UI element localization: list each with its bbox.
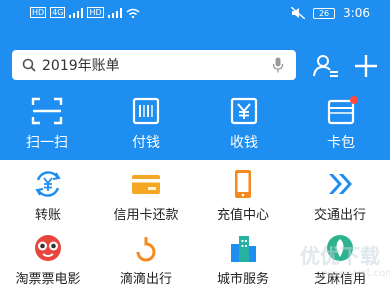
city-service-icon — [231, 236, 256, 262]
search-bar[interactable] — [12, 50, 296, 80]
service-label: 充值中心 — [216, 208, 269, 223]
contacts-icon[interactable] — [312, 52, 340, 80]
quick-action-receive[interactable]: 收钱 — [209, 96, 279, 151]
service-transport[interactable]: 交通出行 — [292, 168, 388, 226]
watermark: 优优下载 www.yyxt.com — [290, 232, 390, 292]
quick-action-label: 卡包 — [327, 135, 355, 151]
signal-icon — [69, 7, 84, 18]
didi-icon — [136, 237, 156, 262]
service-label: 转账 — [34, 208, 61, 223]
watermark-text: 优优下载 — [300, 244, 380, 268]
notification-dot — [350, 96, 358, 104]
signal-icon — [107, 7, 122, 18]
service-label: 滴滴出行 — [119, 272, 172, 287]
network-badge: HD — [87, 7, 104, 18]
transport-icon — [329, 174, 352, 194]
mic-icon[interactable] — [272, 57, 284, 73]
barcode-pay-icon — [132, 97, 160, 125]
quick-action-label: 收钱 — [230, 135, 258, 151]
network-badge: 4G — [50, 7, 66, 18]
service-label: 交通出行 — [313, 208, 366, 223]
status-right: 26 3:06 — [291, 6, 370, 20]
network-badge: HD — [30, 7, 47, 18]
wifi-icon — [126, 8, 140, 18]
service-movie[interactable]: 淘票票电影 — [0, 232, 96, 290]
scan-icon — [31, 97, 63, 125]
credit-card-icon — [132, 175, 160, 194]
quick-action-pay[interactable]: 付钱 — [111, 96, 181, 151]
watermark-url: www.yyxt.com — [322, 268, 390, 279]
status-left: HD 4G HD — [30, 7, 140, 18]
service-transfer[interactable]: 转账 — [0, 168, 96, 226]
mute-icon — [291, 7, 306, 19]
service-label: 信用卡还款 — [113, 208, 179, 223]
search-icon — [22, 58, 36, 72]
quick-action-scan[interactable]: 扫一扫 — [12, 96, 82, 151]
service-topup[interactable]: 充值中心 — [195, 168, 291, 226]
quick-action-label: 扫一扫 — [26, 135, 68, 151]
service-label: 城市服务 — [216, 272, 269, 287]
plus-icon[interactable] — [352, 52, 380, 80]
search-input[interactable] — [42, 50, 272, 80]
service-credit-card[interactable]: 信用卡还款 — [98, 168, 194, 226]
clock: 3:06 — [343, 6, 370, 20]
status-bar: HD 4G HD 26 3:06 — [0, 0, 390, 26]
quick-action-label: 付钱 — [132, 135, 160, 151]
phone-topup-icon — [235, 170, 251, 198]
transfer-icon — [35, 171, 61, 197]
movie-ticket-icon — [35, 235, 61, 261]
battery-indicator: 26 — [313, 7, 336, 19]
quick-action-card-wallet[interactable]: 卡包 — [306, 96, 376, 151]
receive-money-icon — [230, 97, 258, 125]
service-didi[interactable]: 滴滴出行 — [98, 232, 194, 290]
service-label: 淘票票电影 — [15, 272, 81, 287]
service-city[interactable]: 城市服务 — [195, 232, 291, 290]
